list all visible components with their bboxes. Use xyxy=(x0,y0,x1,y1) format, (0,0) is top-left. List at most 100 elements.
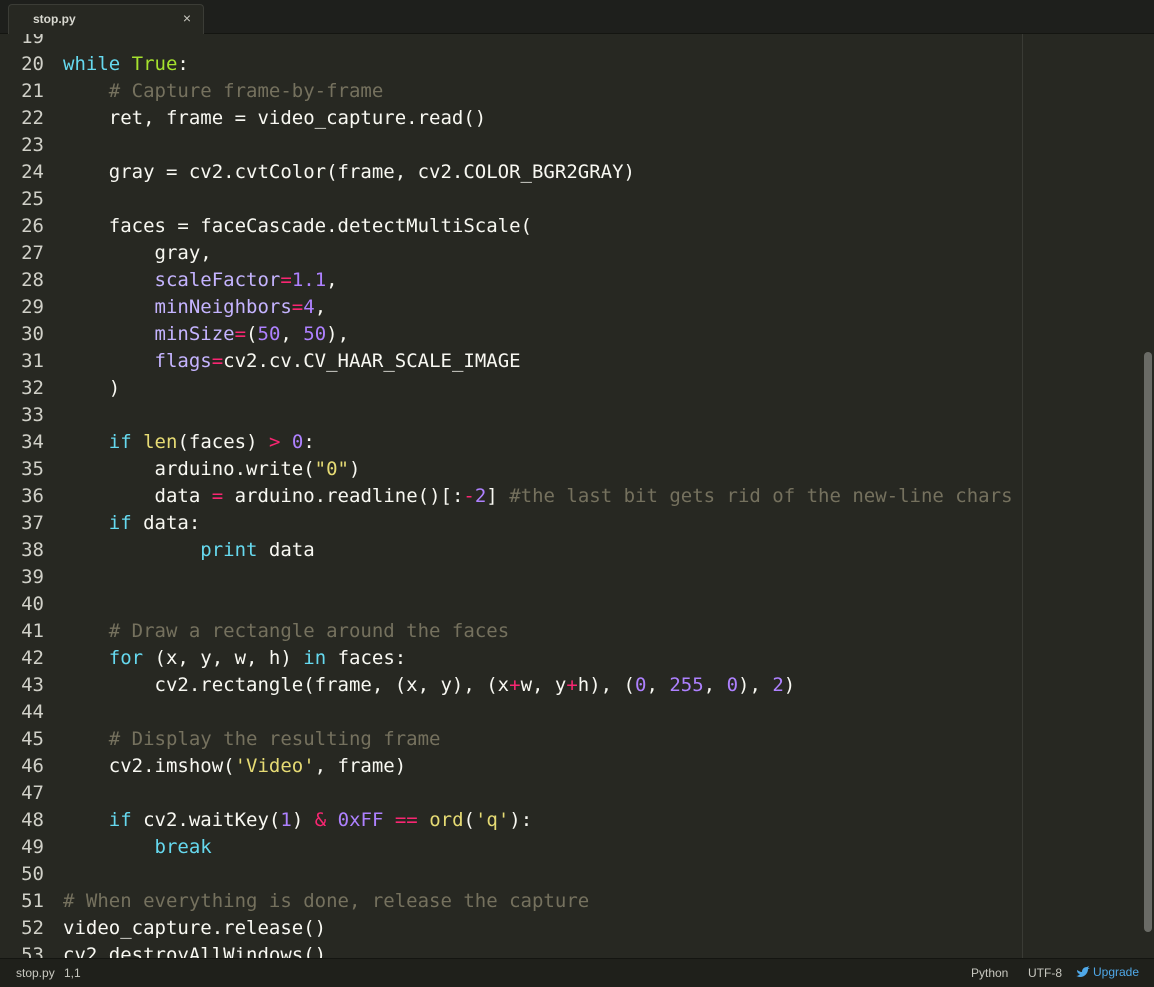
code-token: ) xyxy=(291,809,315,831)
code-token: print xyxy=(200,539,258,561)
code-token: ( xyxy=(246,323,258,345)
code-line[interactable]: # When everything is done, release the c… xyxy=(63,888,1013,915)
code-token: ), xyxy=(738,674,773,696)
upgrade-link[interactable]: Upgrade xyxy=(1076,965,1139,979)
code-line[interactable]: cv2.rectangle(frame, (x, y), (x+w, y+h),… xyxy=(63,672,1013,699)
code-token: # Capture frame-by-frame xyxy=(108,80,384,102)
code-token: , xyxy=(646,674,670,696)
code-token: , xyxy=(280,323,304,345)
code-line[interactable] xyxy=(63,699,1013,726)
code-line[interactable] xyxy=(63,780,1013,807)
code-token: cv2.imshow( xyxy=(63,755,235,777)
code-token: , xyxy=(703,674,727,696)
code-line[interactable]: # Draw a rectangle around the faces xyxy=(63,618,1013,645)
line-number: 35 xyxy=(21,458,44,480)
line-number: 25 xyxy=(21,188,44,210)
code-line[interactable] xyxy=(63,34,1013,51)
code-token: arduino.write( xyxy=(63,458,315,480)
code-line[interactable]: while True: xyxy=(63,51,1013,78)
code-line[interactable]: if data: xyxy=(63,510,1013,537)
code-line[interactable] xyxy=(63,132,1013,159)
code-token: w, y xyxy=(520,674,567,696)
code-line[interactable]: video_capture.release() xyxy=(63,915,1013,942)
status-encoding[interactable]: UTF-8 xyxy=(1028,966,1062,980)
code-token: > xyxy=(268,431,281,453)
line-number: 48 xyxy=(21,809,44,831)
code-line[interactable]: print data xyxy=(63,537,1013,564)
code-token: + xyxy=(509,674,521,696)
code-token: ) xyxy=(783,674,796,696)
vertical-scrollbar[interactable] xyxy=(1144,352,1152,932)
code-line[interactable] xyxy=(63,591,1013,618)
line-number: 31 xyxy=(21,350,44,372)
code-line[interactable]: arduino.write("0") xyxy=(63,456,1013,483)
code-token: ord xyxy=(429,809,464,831)
code-line[interactable]: flags=cv2.cv.CV_HAAR_SCALE_IMAGE xyxy=(63,348,1013,375)
line-number: 43 xyxy=(21,674,44,696)
code-token: arduino.readline()[: xyxy=(223,485,464,507)
code-lines[interactable]: while True: # Capture frame-by-frame ret… xyxy=(63,34,1013,958)
line-number: 42 xyxy=(21,647,44,669)
close-icon[interactable]: × xyxy=(183,10,191,26)
code-token: cv2.rectangle(frame, (x, y), (x xyxy=(63,674,510,696)
code-line[interactable]: for (x, y, w, h) in faces: xyxy=(63,645,1013,672)
code-token: ), xyxy=(326,323,350,345)
code-line[interactable]: minNeighbors=4, xyxy=(63,294,1013,321)
code-token: - xyxy=(463,485,475,507)
code-line[interactable]: if cv2.waitKey(1) & 0xFF == ord('q'): xyxy=(63,807,1013,834)
code-line[interactable]: scaleFactor=1.1, xyxy=(63,267,1013,294)
code-token: 0 xyxy=(291,431,304,453)
code-line[interactable]: # Display the resulting frame xyxy=(63,726,1013,753)
line-number: 23 xyxy=(21,134,44,156)
line-number: 44 xyxy=(21,701,44,723)
code-area[interactable]: while True: # Capture frame-by-frame ret… xyxy=(62,34,1142,958)
code-token: for xyxy=(108,647,144,669)
code-token: cv2.destroyAllWindows() xyxy=(63,944,327,958)
code-line[interactable]: minSize=(50, 50), xyxy=(63,321,1013,348)
code-line[interactable] xyxy=(63,564,1013,591)
line-number: 46 xyxy=(21,755,44,777)
line-number: 50 xyxy=(21,863,44,885)
line-number: 37 xyxy=(21,512,44,534)
line-number: 27 xyxy=(21,242,44,264)
line-number: 26 xyxy=(21,215,44,237)
code-line[interactable]: faces = faceCascade.detectMultiScale( xyxy=(63,213,1013,240)
code-line[interactable]: gray, xyxy=(63,240,1013,267)
tab-stop-py[interactable]: stop.py × xyxy=(8,4,204,34)
code-line[interactable]: ) xyxy=(63,375,1013,402)
status-bar: stop.py 1,1 Python UTF-8 Upgrade xyxy=(0,958,1154,987)
code-token: 0 xyxy=(635,674,647,696)
code-line[interactable]: cv2.imshow('Video', frame) xyxy=(63,753,1013,780)
code-line[interactable]: data = arduino.readline()[:-2] #the last… xyxy=(63,483,1013,510)
code-line[interactable] xyxy=(63,402,1013,429)
line-number: 19 xyxy=(21,34,44,48)
code-token: data xyxy=(257,539,315,561)
code-token: 0 xyxy=(726,674,739,696)
code-line[interactable]: gray = cv2.cvtColor(frame, cv2.COLOR_BGR… xyxy=(63,159,1013,186)
code-token: cv2.waitKey( xyxy=(131,809,281,831)
code-token: faces: xyxy=(326,647,407,669)
status-syntax-selector[interactable]: Python xyxy=(971,966,1008,980)
code-token: 2 xyxy=(772,674,784,696)
line-number: 21 xyxy=(21,80,44,102)
code-line[interactable] xyxy=(63,861,1013,888)
code-editor[interactable]: 19 20 21 22 23 24 25 26 27 28 29 30 31 32 33 34 35 36 37 38… xyxy=(0,34,1154,958)
code-line[interactable]: # Capture frame-by-frame xyxy=(63,78,1013,105)
code-token: h), ( xyxy=(577,674,635,696)
code-line[interactable] xyxy=(63,186,1013,213)
code-token: ( xyxy=(463,809,475,831)
code-line[interactable]: ret, frame = video_capture.read() xyxy=(63,105,1013,132)
code-line[interactable]: break xyxy=(63,834,1013,861)
code-line[interactable]: cv2.destroyAllWindows() xyxy=(63,942,1013,958)
code-line[interactable]: if len(faces) > 0: xyxy=(63,429,1013,456)
code-token: ) xyxy=(349,458,361,480)
code-token: minNeighbors xyxy=(154,296,292,318)
editor-window: stop.py × 19 20 21 22 23 24 25 26 27 28 29 30 31 32 33… xyxy=(0,0,1154,987)
